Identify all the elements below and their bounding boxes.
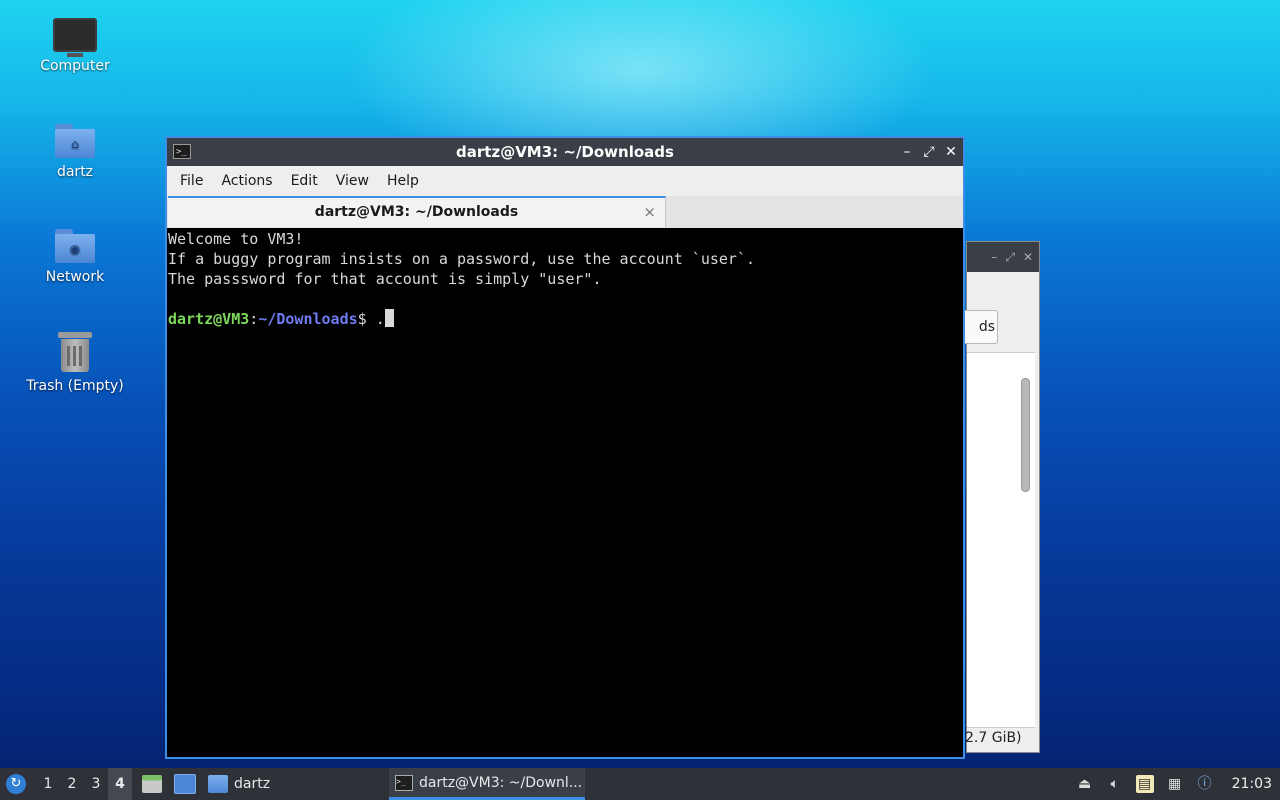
start-menu-button[interactable]: ↻ <box>6 774 26 794</box>
desktop-icon-label: dartz <box>56 164 94 180</box>
maximize-icon[interactable]: ⤢ <box>1005 250 1015 265</box>
close-icon[interactable]: ✕ <box>1023 250 1033 264</box>
tab-label: dartz@VM3: ~/Downloads <box>314 204 519 220</box>
taskbar-item-label: dartz <box>234 776 271 792</box>
update-notifier-icon[interactable]: ⓘ <box>1196 775 1214 793</box>
taskbar-item-dartz[interactable]: dartz <box>202 768 276 800</box>
minimize-button[interactable]: – <box>901 138 913 166</box>
output-line: Welcome to VM3! <box>168 230 304 248</box>
menu-view[interactable]: View <box>327 166 378 196</box>
taskbar-item-label: dartz@VM3: ~/Downl... <box>419 774 583 791</box>
window-titlebar[interactable]: >_ dartz@VM3: ~/Downloads – ⤢ ✕ <box>167 138 963 166</box>
prompt-colon: : <box>249 310 259 328</box>
network-folder-icon: ◉ <box>55 229 95 263</box>
prompt-user-host: dartz@VM3 <box>168 310 250 328</box>
window-title: dartz@VM3: ~/Downloads <box>456 143 674 161</box>
tab-close-icon[interactable]: × <box>643 198 656 226</box>
output-line: The passsword for that account is simply… <box>168 270 602 288</box>
terminal-window[interactable]: >_ dartz@VM3: ~/Downloads – ⤢ ✕ File Act… <box>165 136 965 759</box>
desktop-icon-label: Trash (Empty) <box>26 378 124 394</box>
volume-icon[interactable]: 🔈︎ <box>1106 775 1124 793</box>
menu-file[interactable]: File <box>171 166 212 196</box>
output-line: If a buggy program insists on a password… <box>168 250 755 268</box>
taskbar: ↻ 1 2 3 4 dartz >_ dartz@VM3: ~/Downl...… <box>0 768 1280 800</box>
menu-help[interactable]: Help <box>378 166 428 196</box>
tab-bar: dartz@VM3: ~/Downloads × <box>167 196 963 229</box>
minimize-icon[interactable]: – <box>991 250 997 264</box>
maximize-button[interactable]: ⤢ <box>923 138 935 166</box>
clipboard-icon[interactable]: ▤ <box>1135 775 1154 793</box>
workspace-1[interactable]: 1 <box>36 768 60 800</box>
workspace-4[interactable]: 4 <box>108 768 132 800</box>
desktop-launcher-icon[interactable] <box>174 774 196 794</box>
menu-bar: File Actions Edit View Help <box>167 166 963 196</box>
prompt-path: ~/Downloads <box>258 310 358 328</box>
computer-icon <box>53 18 97 57</box>
prompt-symbol: $ <box>357 310 376 328</box>
home-folder-icon: ⌂ <box>55 124 95 158</box>
desktop-icon-label: Computer <box>40 58 110 74</box>
file-manager-titlebar[interactable]: – ⤢ ✕ <box>967 242 1039 272</box>
taskbar-item-terminal[interactable]: >_ dartz@VM3: ~/Downl... <box>389 768 585 800</box>
terminal-output[interactable]: Welcome to VM3! If a buggy program insist… <box>167 228 963 757</box>
folder-icon <box>208 775 228 793</box>
trash-icon <box>58 332 92 372</box>
close-button[interactable]: ✕ <box>945 138 957 166</box>
tab-downloads[interactable]: dartz@VM3: ~/Downloads × <box>168 196 666 227</box>
command-input[interactable]: . <box>376 310 385 328</box>
clock[interactable]: 21:03 <box>1226 776 1272 792</box>
workspace-3[interactable]: 3 <box>84 768 108 800</box>
network-icon[interactable]: ▦ <box>1166 775 1184 793</box>
text-cursor <box>384 309 394 327</box>
desktop-icon-computer[interactable]: Computer <box>20 18 130 74</box>
workspace-2[interactable]: 2 <box>60 768 84 800</box>
menu-edit[interactable]: Edit <box>282 166 327 196</box>
system-tray: ⏏ 🔈︎ ▤ ▦ ⓘ 21:03 <box>1076 768 1280 800</box>
eject-icon[interactable]: ⏏ <box>1076 775 1094 793</box>
desktop-icon-trash[interactable]: Trash (Empty) <box>20 332 130 394</box>
desktop-icon-label: Network <box>45 269 105 285</box>
file-manager-window[interactable]: – ⤢ ✕ ds 2.7 GiB) <box>963 241 1040 753</box>
terminal-icon: >_ <box>395 774 413 791</box>
path-breadcrumb[interactable]: ds <box>963 310 998 344</box>
prompt-line[interactable]: dartz@VM3:~/Downloads$ . <box>168 309 963 329</box>
desktop-icon-network[interactable]: ◉ Network <box>20 229 130 285</box>
desktop-icon-home[interactable]: ⌂ dartz <box>20 124 130 180</box>
scrollbar[interactable] <box>1021 378 1030 492</box>
menu-actions[interactable]: Actions <box>212 166 281 196</box>
file-manager-launcher-icon[interactable] <box>142 775 162 793</box>
status-bar-text: 2.7 GiB) <box>965 730 1022 746</box>
